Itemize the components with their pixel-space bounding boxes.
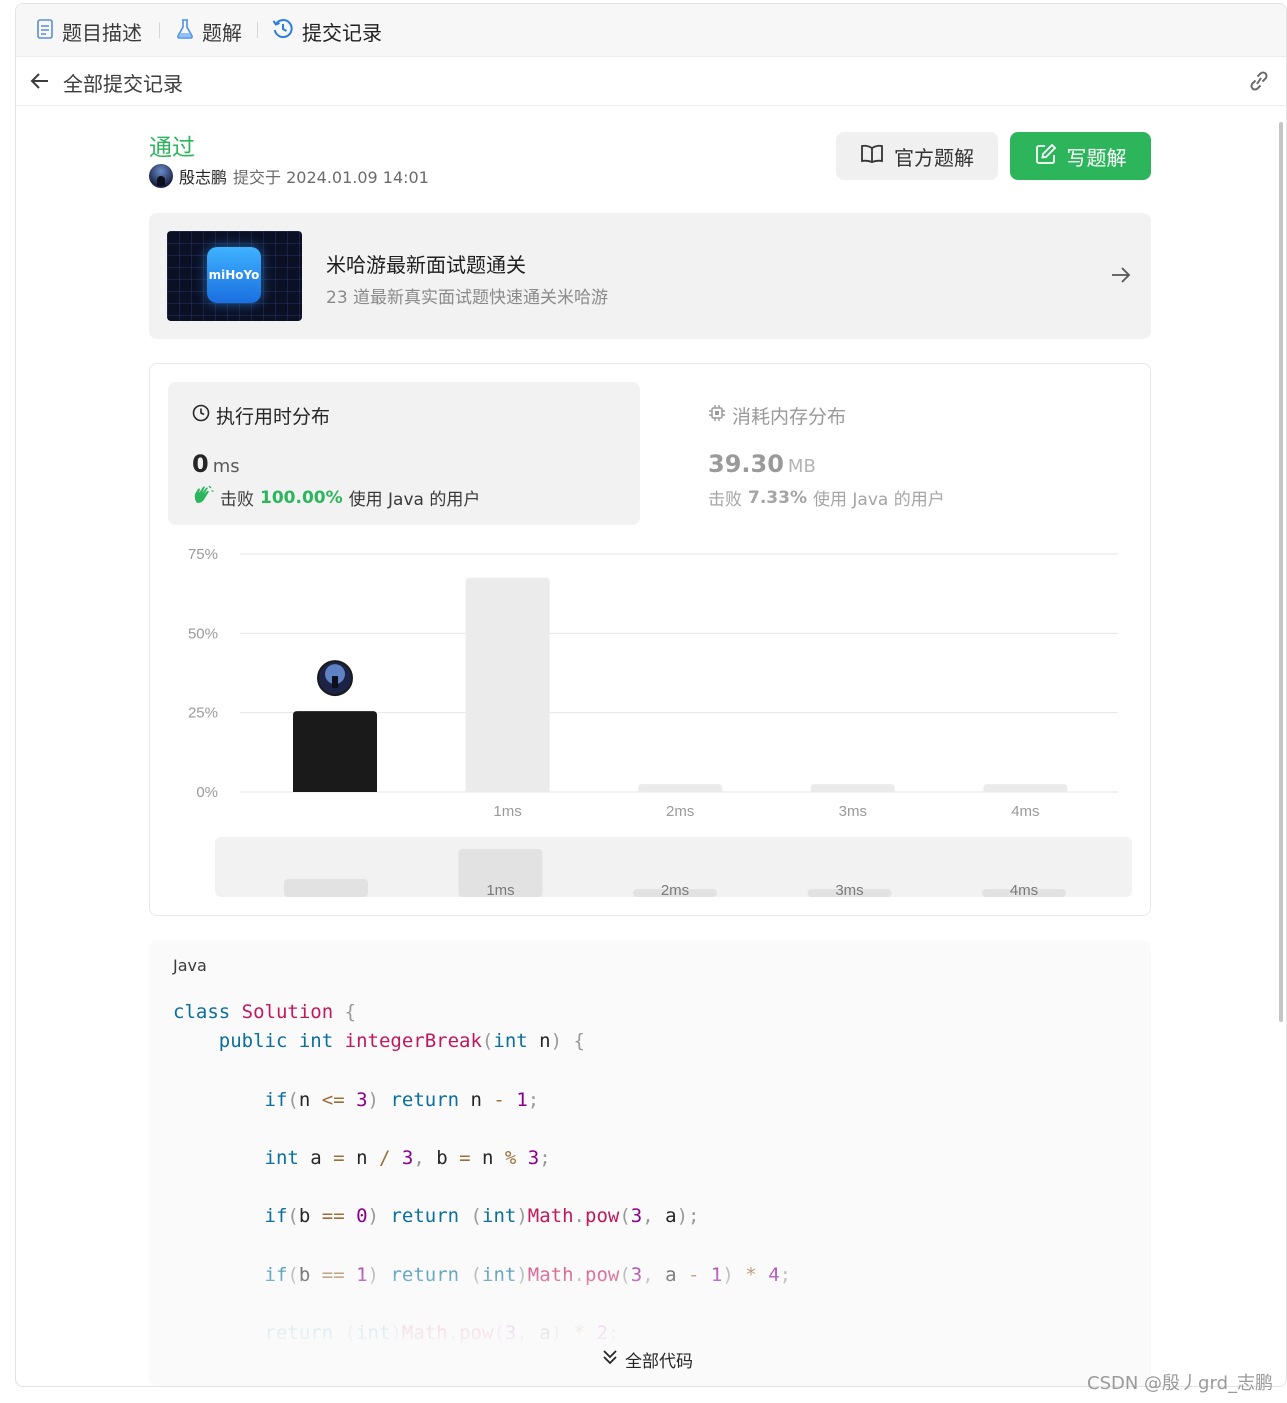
memory-title-label: 消耗内存分布 [732, 406, 847, 428]
back-arrow-icon[interactable] [28, 69, 52, 93]
username[interactable]: 殷志鹏 [179, 164, 227, 188]
double-chevron-down-icon [601, 1348, 619, 1371]
slider-tick-label: 1ms [486, 882, 514, 897]
avatar-figure [332, 676, 338, 689]
x-tick-label: 4ms [1011, 803, 1039, 819]
page-title: 全部提交记录 [63, 72, 183, 96]
chart-bar[interactable] [638, 784, 723, 792]
memory-beat-percent: 7.33% [748, 487, 807, 508]
memory-beat: 击败 7.33% 使用 Java 的用户 [708, 485, 945, 511]
history-icon [272, 18, 294, 45]
official-solution-button[interactable]: 官方题解 [836, 132, 998, 180]
runtime-number: 0 [192, 450, 209, 478]
runtime-title-label: 执行用时分布 [216, 406, 331, 428]
promo-subtitle: 23 道最新真实面试题快速通关米哈游 [326, 288, 609, 308]
y-tick-label: 50% [188, 625, 218, 642]
memory-beat-prefix: 击败 [708, 490, 742, 510]
write-solution-button[interactable]: 写题解 [1010, 132, 1151, 180]
chip-icon [708, 404, 726, 427]
chart-bar[interactable] [983, 784, 1068, 792]
runtime-card[interactable]: 执行用时分布 0 ms 击败 100.00% 使用 Java 的用户 [168, 382, 640, 525]
slider-tick-label: 3ms [835, 882, 863, 897]
document-icon [36, 18, 54, 44]
edit-icon [1035, 143, 1057, 170]
book-icon [860, 144, 884, 169]
memory-value: 39.30 MB [708, 450, 816, 478]
y-tick-label: 0% [196, 784, 218, 801]
arrow-right-icon [1109, 263, 1133, 287]
promo-image: miHoYo [167, 231, 302, 321]
tab-submissions[interactable]: 提交记录 [272, 18, 382, 45]
slider-bar [284, 879, 368, 897]
submission-status: 通过 [149, 135, 195, 161]
scrollbar[interactable] [1279, 122, 1283, 1022]
runtime-beat-prefix: 击败 [220, 490, 254, 510]
avatar[interactable] [149, 164, 173, 188]
runtime-distribution-chart: 0% 25% 50% 75% 1ms 2ms 3ms 4ms [188, 546, 1118, 819]
tab-solutions-label: 题解 [202, 20, 242, 45]
range-slider-preview: 1ms 2ms 3ms 4ms [284, 849, 1066, 897]
runtime-value: 0 ms [192, 450, 240, 478]
tab-divider [159, 22, 160, 38]
submission-subheader: 全部提交记录 [16, 57, 1286, 106]
memory-beat-suffix: 使用 Java 的用户 [812, 490, 945, 510]
link-icon[interactable] [1246, 69, 1272, 93]
chart-bar[interactable] [810, 784, 895, 792]
slider-tick-label: 4ms [1010, 882, 1038, 897]
tab-solutions[interactable]: 题解 [176, 18, 242, 45]
x-tick-label: 2ms [666, 803, 694, 819]
runtime-beat-percent: 100.00% [260, 487, 343, 508]
runtime-beat-suffix: 使用 Java 的用户 [348, 490, 481, 510]
watermark: CSDN @殷丿grd_志鹏 [1087, 1373, 1273, 1394]
mihoyo-logo: miHoYo [207, 247, 261, 303]
tab-submissions-label: 提交记录 [302, 20, 382, 45]
slider-tick-label: 2ms [661, 882, 689, 897]
flask-icon [176, 18, 194, 44]
runtime-beat: 击败 100.00% 使用 Java 的用户 [192, 485, 480, 510]
tab-divider [257, 22, 258, 38]
clap-hands-icon [192, 485, 214, 510]
expand-code-label: 全部代码 [625, 1352, 693, 1372]
chart-bar[interactable] [293, 711, 377, 792]
tab-description-label: 题目描述 [62, 20, 142, 45]
memory-card[interactable]: 消耗内存分布 39.30 MB 击败 7.33% 使用 Java 的用户 [684, 382, 1124, 525]
y-tick-label: 25% [188, 705, 218, 722]
expand-code-button[interactable]: 全部代码 [601, 1347, 693, 1372]
x-tick-label: 1ms [493, 803, 521, 819]
promo-banner[interactable]: miHoYo 米哈游最新面试题通关 23 道最新真实面试题快速通关米哈游 [149, 213, 1151, 339]
runtime-unit: ms [212, 456, 240, 477]
clock-icon [192, 404, 210, 427]
performance-panel: 执行用时分布 0 ms 击败 100.00% 使用 Java 的用户 消耗内存分布… [149, 363, 1151, 916]
memory-unit: MB [787, 456, 816, 477]
submission-panel: 题目描述 题解 提交记录 全部提交记录 通过 殷志鹏 提交于 2024.01.0… [15, 3, 1287, 1387]
submitted-time: 提交于 2024.01.09 14:01 [233, 168, 429, 187]
y-tick-label: 75% [188, 546, 218, 563]
runtime-title: 执行用时分布 [192, 402, 330, 429]
memory-number: 39.30 [708, 450, 784, 478]
chart-range-slider[interactable]: 1ms 2ms 3ms 4ms [215, 837, 1132, 897]
code-language: Java [173, 956, 207, 975]
tab-bar: 题目描述 题解 提交记录 [16, 4, 1286, 57]
write-solution-label: 写题解 [1066, 145, 1127, 170]
tab-description[interactable]: 题目描述 [36, 18, 142, 45]
submission-meta: 殷志鹏 提交于 2024.01.09 14:01 [149, 164, 429, 188]
promo-title: 米哈游最新面试题通关 [326, 253, 526, 277]
x-tick-label: 3ms [839, 803, 867, 819]
official-solution-label: 官方题解 [894, 145, 974, 170]
chart-bar[interactable] [465, 577, 550, 792]
code-block: Java class Solution { public int integer… [149, 940, 1151, 1386]
memory-title: 消耗内存分布 [708, 402, 846, 429]
